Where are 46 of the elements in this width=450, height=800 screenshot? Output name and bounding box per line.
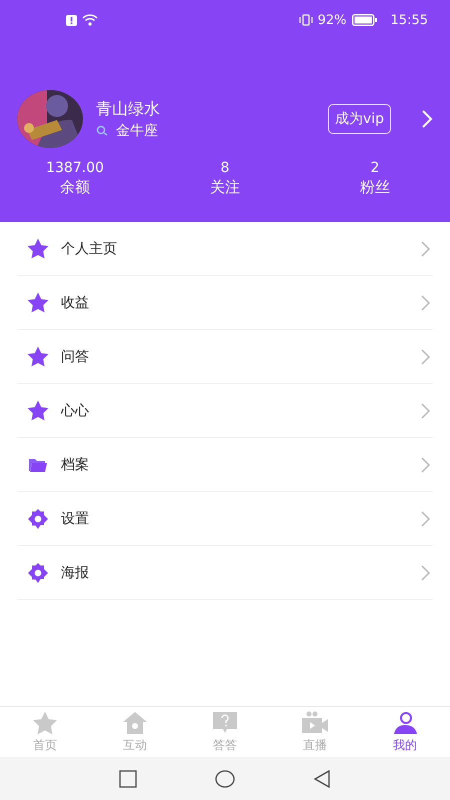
wifi-icon (82, 14, 98, 26)
menu-item[interactable]: 设置 (17, 492, 433, 546)
star-icon (27, 346, 49, 367)
home-icon (122, 710, 148, 734)
video-camera-icon (301, 710, 329, 734)
star-icon (27, 238, 49, 259)
vibrate-icon (298, 14, 313, 26)
chevron-right-icon (421, 510, 430, 526)
chevron-right-icon (421, 564, 430, 580)
user-name: 青山绿水 (96, 98, 161, 120)
menu-item[interactable]: 收益 (17, 276, 433, 330)
back-icon[interactable] (313, 770, 331, 788)
help-icon (212, 710, 238, 734)
clock-time: 15:55 (390, 12, 428, 28)
chevron-right-icon (421, 240, 430, 256)
chevron-right-icon (421, 294, 430, 310)
stat-label: 余额 (60, 178, 90, 197)
stat-label: 关注 (210, 178, 240, 197)
chevron-right-icon (421, 456, 430, 472)
menu-item[interactable]: 心心 (17, 384, 433, 438)
stat-value: 1387.00 (46, 160, 104, 176)
star-icon (27, 400, 49, 421)
chevron-right-icon (421, 348, 430, 364)
recent-apps-icon[interactable] (119, 770, 137, 788)
alert-icon (66, 14, 77, 26)
battery-percent: 92% (318, 12, 347, 28)
battery-icon (352, 14, 378, 26)
settings-icon (27, 562, 49, 582)
stat-value: 2 (370, 160, 380, 176)
menu-item[interactable]: 海报 (17, 546, 433, 600)
nav-tab[interactable]: 我的 (360, 707, 450, 757)
menu-item[interactable]: 档案 (17, 438, 433, 492)
folder-icon (27, 458, 49, 472)
star-icon (32, 710, 58, 734)
vip-button[interactable]: 成为vip (328, 104, 391, 134)
menu-item[interactable]: 问答 (17, 330, 433, 384)
stat-value: 8 (220, 160, 230, 176)
home-button-icon[interactable] (215, 770, 235, 788)
user-icon (392, 710, 418, 734)
zodiac-sign: 金牛座 (116, 122, 158, 140)
star-icon (27, 292, 49, 313)
chevron-right-icon (421, 402, 430, 418)
stat-label: 粉丝 (360, 178, 390, 197)
chevron-right-icon[interactable] (421, 109, 433, 129)
menu-item[interactable]: 个人主页 (17, 222, 433, 276)
settings-icon (27, 508, 49, 528)
